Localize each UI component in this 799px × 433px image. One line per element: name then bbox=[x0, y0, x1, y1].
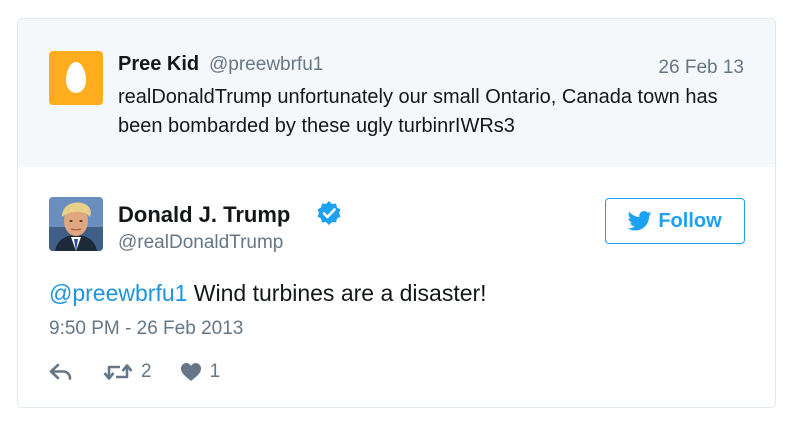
tweet-actions: 2 1 bbox=[49, 359, 220, 385]
reply-button[interactable] bbox=[49, 362, 73, 382]
follow-button-label: Follow bbox=[658, 209, 722, 232]
retweet-icon bbox=[103, 364, 133, 380]
profile-photo-icon bbox=[49, 197, 103, 251]
reply-icon bbox=[49, 363, 72, 380]
twitter-bird-icon bbox=[628, 211, 652, 231]
avatar[interactable] bbox=[49, 197, 103, 251]
like-button[interactable]: 1 bbox=[180, 361, 221, 383]
parent-author-handle[interactable]: @preewbrfu1 bbox=[209, 54, 323, 76]
parent-tweet-date[interactable]: 26 Feb 13 bbox=[658, 57, 744, 79]
parent-tweet[interactable]: Pree Kid @preewbrfu1 26 Feb 13 realDonal… bbox=[18, 19, 775, 167]
heart-icon bbox=[180, 363, 201, 381]
author-handle[interactable]: @realDonaldTrump bbox=[118, 232, 283, 254]
mention-link[interactable]: @preewbrfu1 bbox=[49, 280, 187, 306]
author-name[interactable]: Donald J. Trump bbox=[118, 202, 290, 228]
verified-badge-icon bbox=[317, 201, 341, 225]
egg-icon bbox=[66, 62, 86, 93]
tweet-timestamp[interactable]: 9:50 PM - 26 Feb 2013 bbox=[49, 318, 243, 340]
tweet-body: Wind turbines are a disaster! bbox=[187, 280, 487, 306]
parent-tweet-text: realDonaldTrump unfortunately our small … bbox=[118, 86, 718, 137]
like-count: 1 bbox=[209, 361, 221, 382]
tweet-text: @preewbrfu1 Wind turbines are a disaster… bbox=[49, 280, 487, 307]
avatar[interactable] bbox=[49, 51, 103, 105]
retweet-button[interactable]: 2 bbox=[103, 361, 152, 383]
embedded-tweet-card: Pree Kid @preewbrfu1 26 Feb 13 realDonal… bbox=[17, 18, 776, 408]
follow-button[interactable]: Follow bbox=[605, 198, 745, 244]
parent-author-name[interactable]: Pree Kid bbox=[118, 53, 199, 76]
retweet-count: 2 bbox=[141, 361, 152, 382]
